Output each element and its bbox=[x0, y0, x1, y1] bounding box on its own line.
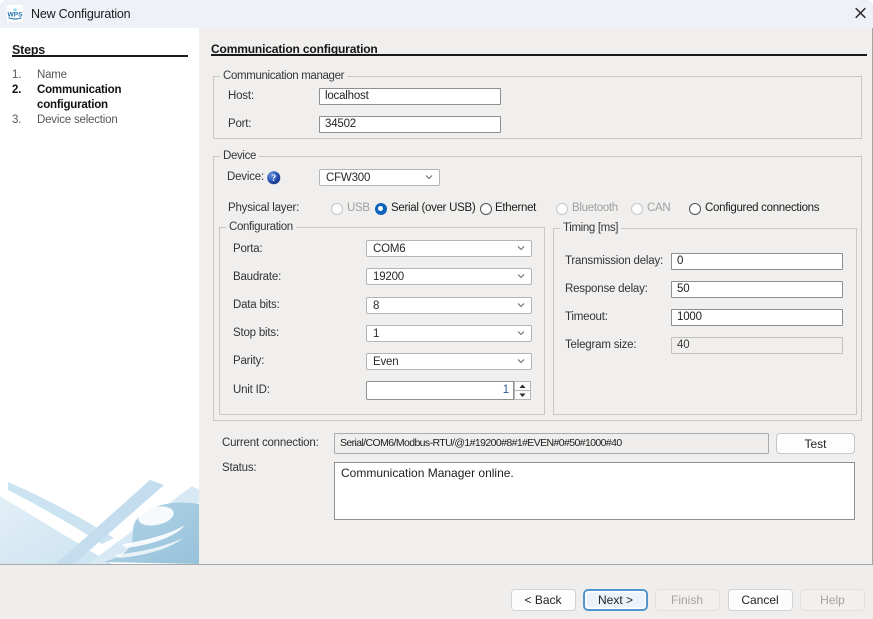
svg-text:?: ? bbox=[271, 173, 276, 184]
svg-text:WPS: WPS bbox=[7, 12, 23, 19]
